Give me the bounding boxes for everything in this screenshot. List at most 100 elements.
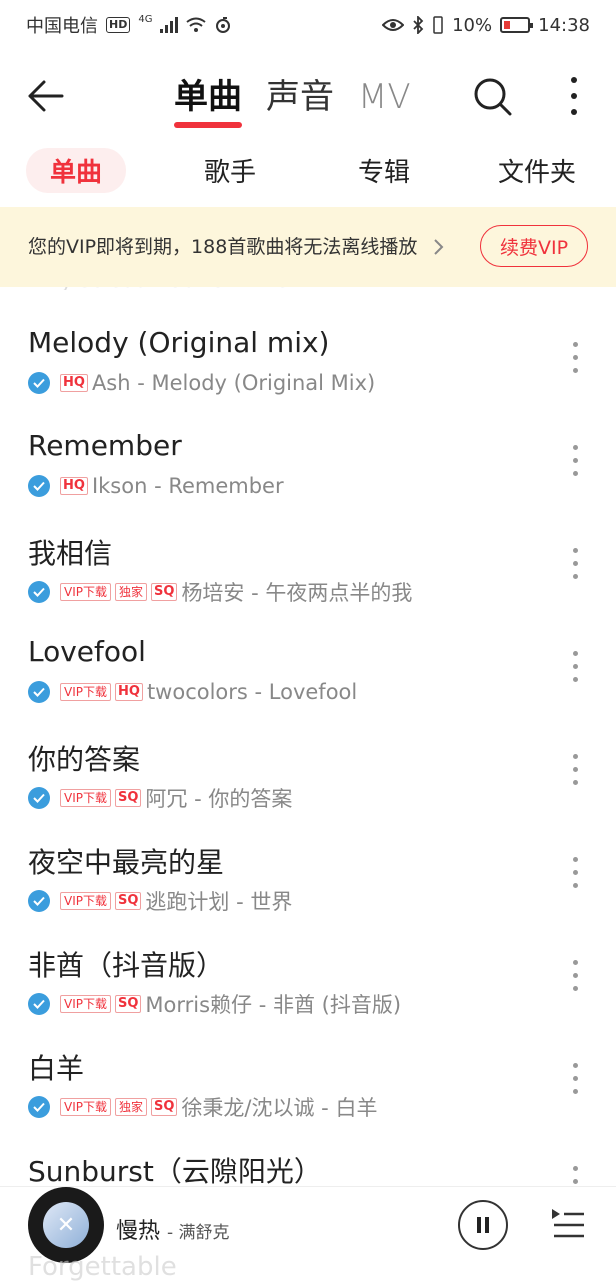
battery-percent: 10% xyxy=(452,14,493,36)
subtab-singles[interactable]: 单曲 xyxy=(26,148,127,193)
song-meta: HQ Ash - Melody (Original Mix) xyxy=(28,371,375,395)
downloaded-check-icon xyxy=(28,475,50,497)
song-row[interactable]: 白羊 VIP下载 独家 SQ 徐秉龙/沈以诚 - 白羊 xyxy=(0,1041,616,1144)
wifi-icon xyxy=(186,17,207,32)
tab-mv[interactable]: MV xyxy=(358,72,411,122)
banner-text: 您的VIP即将到期，188首歌曲将无法离线播放 xyxy=(28,236,418,258)
now-playing-title: 慢热 xyxy=(116,1219,161,1244)
bluetooth-icon xyxy=(413,16,424,34)
search-icon[interactable] xyxy=(470,74,514,118)
song-row[interactable]: 夜空中最亮的星 VIP下载 SQ 逃跑计划 - 世界 xyxy=(0,835,616,938)
vip-expiry-banner[interactable]: 您的VIP即将到期，188首歌曲将无法离线播放 续费VIP xyxy=(0,207,616,287)
chevron-right-icon xyxy=(434,239,444,255)
quality-badge: SQ xyxy=(115,995,142,1013)
now-playing-info[interactable]: 慢热 - 满舒克 xyxy=(116,1213,230,1245)
song-more-icon[interactable] xyxy=(565,445,585,485)
quality-badge: HQ xyxy=(115,683,143,701)
downloaded-check-icon xyxy=(28,681,50,703)
quality-badge: VIP下载 xyxy=(60,892,111,910)
quality-badge: VIP下载 xyxy=(60,1098,111,1116)
song-title: 夜空中最亮的星 xyxy=(28,846,225,879)
quality-badge: VIP下载 xyxy=(60,683,111,701)
now-playing-artist: - 满舒克 xyxy=(167,1223,230,1243)
song-title: 你的答案 xyxy=(28,743,141,776)
pause-button[interactable] xyxy=(458,1200,508,1250)
subtab-folders[interactable]: 文件夹 xyxy=(498,152,576,189)
song-more-icon[interactable] xyxy=(565,651,585,691)
battery-icon xyxy=(500,17,534,33)
quality-badge: SQ xyxy=(151,583,178,601)
song-title: Lovefool xyxy=(28,635,146,668)
song-artist-album: Morris赖仔 - 非酋 (抖音版) xyxy=(145,993,402,1017)
downloaded-check-icon xyxy=(28,787,50,809)
top-tabs: 单曲 声音 MV xyxy=(174,66,411,128)
subtab-albums[interactable]: 专辑 xyxy=(358,152,410,189)
song-title: Sunburst（云隙阳光） xyxy=(28,1155,322,1188)
pause-icon xyxy=(477,1217,481,1233)
song-meta: VIP下载 独家 SQ 杨培安 - 午夜两点半的我 xyxy=(28,577,412,607)
song-more-icon[interactable] xyxy=(565,342,585,382)
hd-icon: HD xyxy=(106,17,131,33)
quality-badge: SQ xyxy=(151,1098,178,1116)
signal-icon xyxy=(160,17,179,33)
song-more-icon[interactable] xyxy=(565,857,585,897)
song-meta: VIP下载 独家 SQ 徐秉龙/沈以诚 - 白羊 xyxy=(28,1092,377,1122)
tab-singles[interactable]: 单曲 xyxy=(174,72,242,128)
song-title: Remember xyxy=(28,429,182,462)
song-artist-album: 逃跑计划 - 世界 xyxy=(145,890,293,914)
song-more-icon[interactable] xyxy=(565,1063,585,1103)
song-meta: VIP下载 HQ twocolors - Lovefool xyxy=(28,680,357,704)
song-artist-album: Ash - Melody (Original Mix) xyxy=(91,371,376,395)
downloaded-check-icon xyxy=(28,890,50,912)
top-nav: 单曲 声音 MV xyxy=(0,52,616,136)
pause-icon-bar xyxy=(485,1217,489,1233)
song-title: 我相信 xyxy=(28,537,113,570)
song-title: 非酋（抖音版） xyxy=(28,949,225,982)
song-row[interactable]: Lovefool VIP下载 HQ twocolors - Lovefool xyxy=(0,629,616,732)
song-list: Melody (Original mix) HQ Ash - Melody (O… xyxy=(0,320,616,1247)
vibrate-icon xyxy=(433,16,443,34)
song-more-icon[interactable] xyxy=(565,754,585,794)
more-menu-icon[interactable] xyxy=(564,72,584,120)
song-artist-album: 阿冗 - 你的答案 xyxy=(145,787,293,811)
quality-badge: HQ xyxy=(60,374,88,392)
song-artist-album: Ikson - Remember xyxy=(91,474,284,498)
song-meta: VIP下载 SQ Morris赖仔 - 非酋 (抖音版) xyxy=(28,989,401,1019)
quality-badge: VIP下载 xyxy=(60,789,111,807)
network-label: 4G xyxy=(138,13,153,25)
song-more-icon[interactable] xyxy=(565,548,585,588)
downloaded-check-icon xyxy=(28,372,50,394)
song-meta: HQ Ikson - Remember xyxy=(28,474,284,498)
clock: 14:38 xyxy=(538,14,590,36)
renew-vip-button[interactable]: 续费VIP xyxy=(480,225,588,267)
status-bar: 中国电信 HD 4G 10% 14:38 xyxy=(0,0,616,50)
song-artist-album: 徐秉龙/沈以诚 - 白羊 xyxy=(181,1096,378,1120)
song-row[interactable]: 我相信 VIP下载 独家 SQ 杨培安 - 午夜两点半的我 xyxy=(0,526,616,629)
song-meta: VIP下载 SQ 阿冗 - 你的答案 xyxy=(28,783,292,813)
carrier-label: 中国电信 xyxy=(26,16,98,37)
song-more-icon[interactable] xyxy=(565,960,585,1000)
song-title: Melody (Original mix) xyxy=(28,326,330,359)
next-item-peek: Forgettable xyxy=(28,1252,177,1282)
song-row[interactable]: 你的答案 VIP下载 SQ 阿冗 - 你的答案 xyxy=(0,732,616,835)
song-row[interactable]: 非酋（抖音版） VIP下载 SQ Morris赖仔 - 非酋 (抖音版) xyxy=(0,938,616,1041)
subtab-artists[interactable]: 歌手 xyxy=(204,152,256,189)
tab-audio[interactable]: 声音 xyxy=(266,72,334,122)
song-row[interactable]: Melody (Original mix) HQ Ash - Melody (O… xyxy=(0,320,616,423)
quality-badge: VIP下载 xyxy=(60,995,111,1013)
quality-badge: VIP下载 xyxy=(60,583,111,601)
back-arrow-icon[interactable] xyxy=(24,74,68,118)
song-artist-album: 杨培安 - 午夜两点半的我 xyxy=(181,581,413,605)
downloaded-check-icon xyxy=(28,581,50,603)
quality-badge: SQ xyxy=(115,892,142,910)
quality-badge: HQ xyxy=(60,477,88,495)
album-art: ✕ xyxy=(43,1202,89,1248)
sub-tabs: 单曲 歌手 专辑 文件夹 xyxy=(0,148,616,194)
active-tab-indicator xyxy=(174,122,242,128)
song-row[interactable]: Remember HQ Ikson - Remember xyxy=(0,423,616,526)
song-artist-album: twocolors - Lovefool xyxy=(146,680,358,704)
downloaded-check-icon xyxy=(28,993,50,1015)
quality-badge: SQ xyxy=(115,789,142,807)
quality-badge: 独家 xyxy=(115,1098,148,1116)
playlist-queue-icon[interactable] xyxy=(550,1205,586,1245)
